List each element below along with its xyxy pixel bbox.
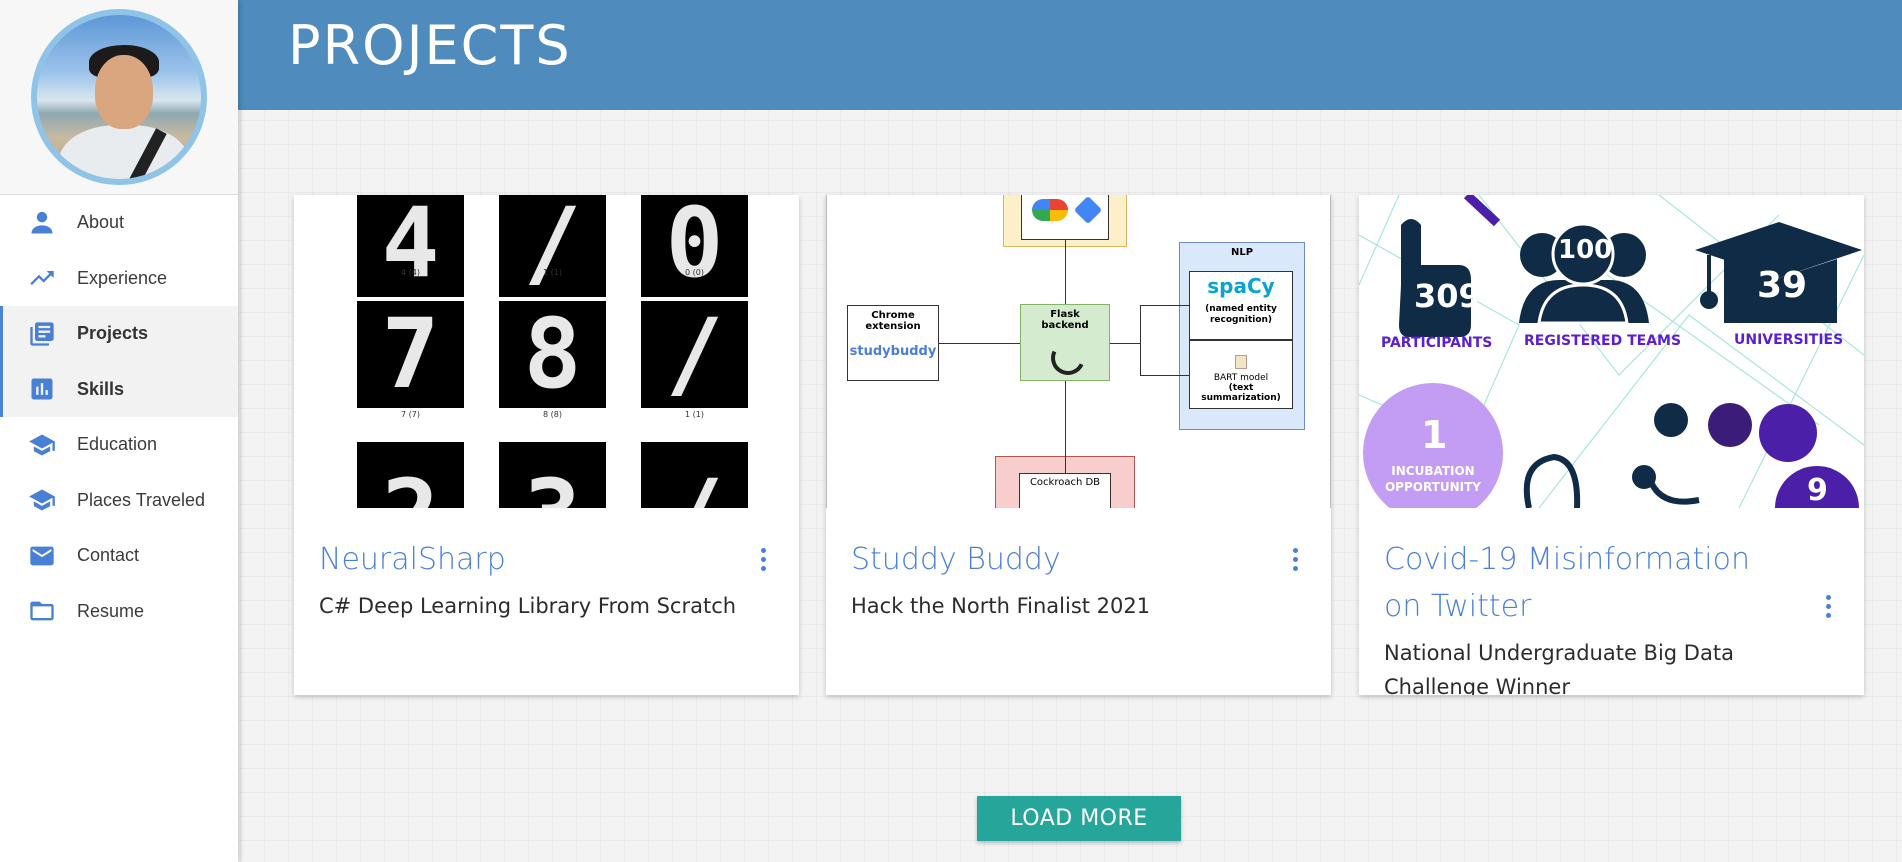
incubation-label: INCUBATION OPPORTUNITY xyxy=(1384,464,1481,494)
sidebar-item-contact[interactable]: Contact xyxy=(0,528,238,584)
project-card-neuralsharp[interactable]: 4 / 0 4 (4) 1 (1) 0 (0) 7 8 / 7 (7) 8 (8… xyxy=(294,195,799,695)
person-icon xyxy=(25,209,59,237)
digit-label: 0 (0) xyxy=(685,268,704,277)
project-image-architecture-diagram: Chrome extension studybuddy Flask backen… xyxy=(826,195,1331,508)
sidebar-item-projects[interactable]: Projects xyxy=(0,306,238,362)
diagram-label: (named entity recognition) xyxy=(1205,304,1277,325)
card-title[interactable]: Covid-19 Misinformation on Twitter xyxy=(1384,536,1784,630)
school-icon xyxy=(25,431,59,459)
participants-count: 309 xyxy=(1414,277,1481,315)
participants-label: PARTICIPANTS xyxy=(1381,335,1493,351)
ai-icon xyxy=(1073,195,1103,225)
studybuddy-logo: studybuddy xyxy=(849,344,937,359)
digit-label: 4 (4) xyxy=(401,268,420,277)
sidebar-item-label: Resume xyxy=(77,600,145,621)
sidebar-item-resume[interactable]: Resume xyxy=(0,584,238,640)
load-more-button[interactable]: LOAD MORE xyxy=(977,796,1181,841)
card-title[interactable]: NeuralSharp xyxy=(319,536,719,583)
diagram-cockroach-db: Cockroach DB xyxy=(1019,473,1111,508)
diagram-label: (text summarization) xyxy=(1201,383,1281,403)
sidebar-item-label: Experience xyxy=(77,267,168,288)
library-books-icon xyxy=(25,320,59,348)
card-title[interactable]: Studdy Buddy xyxy=(851,536,1251,583)
more-options-button[interactable] xyxy=(1822,595,1834,621)
sidebar-nav: About Experience Projects Skills Educati… xyxy=(0,195,238,639)
more-options-button[interactable] xyxy=(757,548,769,574)
bar-chart-icon xyxy=(25,375,59,403)
page-title: PROJECTS xyxy=(288,14,572,77)
card-subtitle: C# Deep Learning Library From Scratch xyxy=(319,594,737,618)
incubation-count: 1 xyxy=(1421,413,1448,457)
avatar xyxy=(31,9,207,185)
teams-label: REGISTERED TEAMS xyxy=(1524,333,1682,349)
diagram-chrome-extension: Chrome extension studybuddy xyxy=(847,305,939,381)
memo-icon xyxy=(1235,355,1247,369)
sidebar-item-label: Education xyxy=(77,434,158,455)
avatar-section xyxy=(0,0,238,195)
universities-label: UNIVERSITIES xyxy=(1734,332,1844,348)
digit-label: 1 (1) xyxy=(685,410,704,419)
sidebar-item-experience[interactable]: Experience xyxy=(0,251,238,307)
sidebar-item-label: Projects xyxy=(77,323,149,344)
project-image-infographic: 309 PARTICIPANTS 100 REGISTERED TEAMS 39… xyxy=(1359,195,1864,508)
card-subtitle: National Undergraduate Big Data Challeng… xyxy=(1384,641,1734,695)
sidebar-item-label: Contact xyxy=(77,545,140,566)
teams-count: 100 xyxy=(1558,235,1613,265)
diagram-label: Flask backend xyxy=(1041,309,1089,331)
universities-count: 39 xyxy=(1757,265,1808,306)
diagram-flask-backend: Flask backend xyxy=(1020,304,1110,381)
more-options-button[interactable] xyxy=(1289,548,1301,574)
flask-icon xyxy=(1046,336,1090,380)
sidebar-item-about[interactable]: About xyxy=(0,195,238,251)
card-subtitle: Hack the North Finalist 2021 xyxy=(851,594,1151,618)
spacy-logo: spaCy xyxy=(1207,274,1275,298)
digit-label: 1 (1) xyxy=(543,268,562,277)
google-cloud-icon xyxy=(1032,199,1068,221)
sidebar-item-education[interactable]: Education xyxy=(0,417,238,473)
sidebar: About Experience Projects Skills Educati… xyxy=(0,0,238,862)
sidebar-item-label: About xyxy=(77,212,125,233)
sidebar-item-places-traveled[interactable]: Places Traveled xyxy=(0,473,238,529)
diagram-bart: BART model (text summarization) xyxy=(1189,340,1293,409)
diagram-label: NLP xyxy=(1230,247,1254,258)
sidebar-item-label: Places Traveled xyxy=(77,489,206,510)
mail-icon xyxy=(25,542,59,570)
trending-up-icon xyxy=(25,264,59,292)
project-card-studdy-buddy[interactable]: Chrome extension studybuddy Flask backen… xyxy=(826,195,1331,695)
project-image-mnist: 4 / 0 4 (4) 1 (1) 0 (0) 7 8 / 7 (7) 8 (8… xyxy=(294,195,799,508)
project-card-covid-misinformation[interactable]: 309 PARTICIPANTS 100 REGISTERED TEAMS 39… xyxy=(1359,195,1864,695)
sidebar-item-skills[interactable]: Skills xyxy=(0,361,238,417)
diagram-spacy: spaCy (named entity recognition) xyxy=(1189,271,1293,340)
school-icon xyxy=(25,486,59,514)
sidebar-item-label: Skills xyxy=(77,378,125,399)
partial-count: 9 xyxy=(1807,473,1828,508)
digit-label: 7 (7) xyxy=(401,410,420,419)
diagram-label: Cockroach DB xyxy=(1029,477,1101,488)
page-header: PROJECTS xyxy=(238,0,1902,110)
folder-icon xyxy=(25,597,59,625)
diagram-label: BART model xyxy=(1213,373,1269,383)
diagram-label: Chrome extension xyxy=(865,310,921,332)
digit-label: 8 (8) xyxy=(543,410,562,419)
